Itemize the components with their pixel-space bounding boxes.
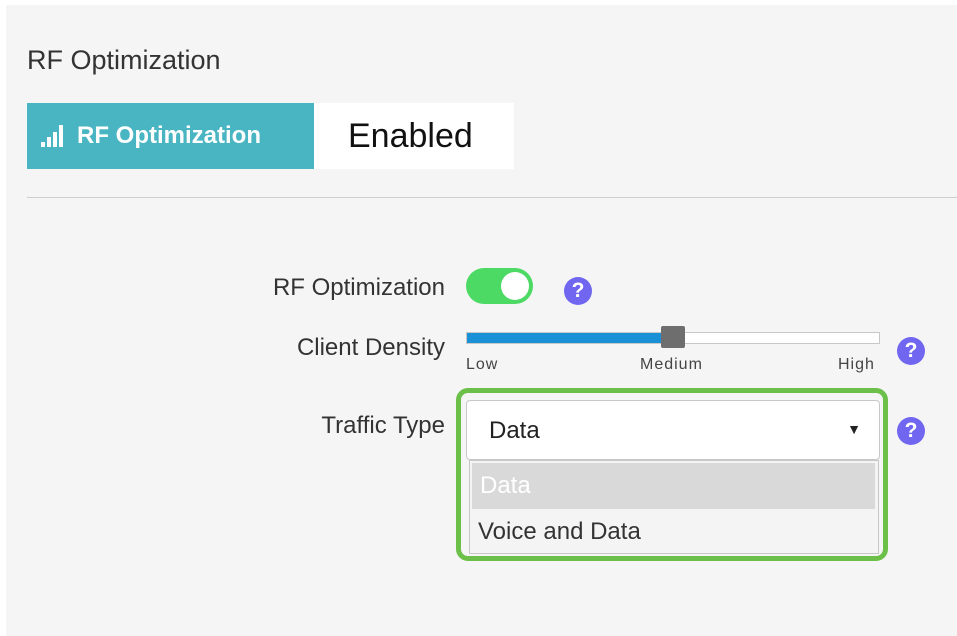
toggle-knob: [501, 272, 529, 300]
caret-down-icon: ▼: [847, 421, 861, 437]
tick-low: Low: [466, 356, 499, 373]
rf-optimization-help-icon[interactable]: ?: [564, 277, 592, 305]
summary-badge: RF Optimization: [27, 103, 314, 169]
slider-thumb[interactable]: [661, 326, 685, 348]
traffic-type-selected-value: Data: [489, 417, 540, 444]
client-density-help-icon[interactable]: ?: [897, 337, 925, 365]
page-title: RF Optimization: [27, 45, 221, 75]
tick-medium: Medium: [640, 356, 703, 373]
traffic-type-dropdown: Data Voice and Data: [469, 460, 879, 554]
option-voice-and-data[interactable]: Voice and Data: [470, 509, 878, 555]
tick-high: High: [838, 356, 875, 373]
summary-badge-label: RF Optimization: [77, 122, 261, 149]
rf-summary: RF Optimization Enabled: [27, 103, 514, 169]
traffic-type-select[interactable]: Data ▼: [466, 400, 880, 460]
option-data[interactable]: Data: [472, 463, 875, 509]
summary-status: Enabled: [314, 103, 514, 169]
slider-fill: [467, 333, 673, 343]
signal-bars-icon: [41, 125, 65, 147]
traffic-type-help-icon[interactable]: ?: [897, 417, 925, 445]
rf-optimization-toggle[interactable]: [466, 268, 533, 304]
rf-optimization-label: RF Optimization: [272, 274, 445, 301]
traffic-type-label: Traffic Type: [321, 412, 445, 439]
section-divider: [27, 197, 957, 198]
client-density-label: Client Density: [296, 334, 445, 361]
